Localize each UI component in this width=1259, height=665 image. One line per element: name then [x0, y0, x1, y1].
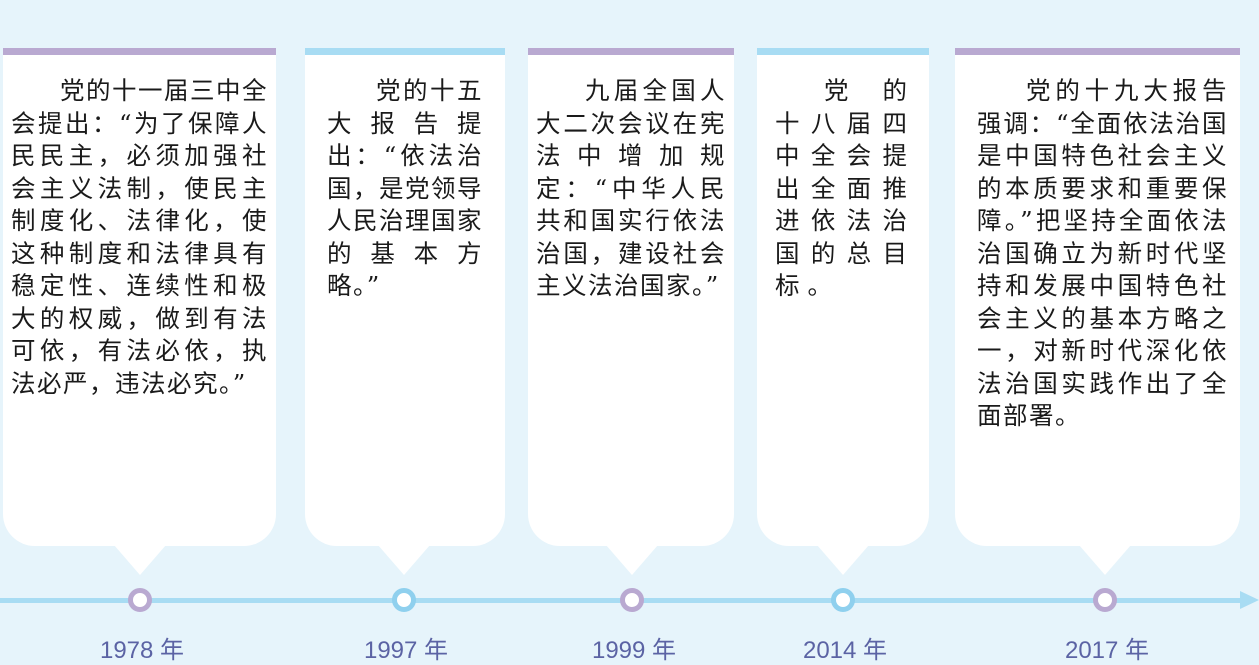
card-accent-bar — [955, 48, 1240, 55]
card-accent-bar — [3, 48, 276, 55]
timeline-node-1997 — [392, 588, 416, 612]
year-label-1999: 1999 年 — [591, 637, 677, 664]
timeline-arrow-icon — [1240, 591, 1259, 609]
card-accent-bar — [528, 48, 734, 55]
card-accent-bar — [757, 48, 929, 55]
year-label-1997: 1997 年 — [363, 637, 449, 664]
card-text: 党的十五大报告提出：“依法治国，是党领导人民治理国家的基本方略。” — [327, 76, 483, 300]
timeline-node-1999 — [620, 588, 644, 612]
card-pointer — [606, 545, 658, 575]
card-pointer — [114, 545, 166, 575]
card-text: 党的十八届四中全会提出全面推进依法治国的总目标。 — [775, 76, 915, 300]
card-accent-bar — [305, 48, 505, 55]
year-label-1978: 1978 年 — [99, 637, 185, 664]
timeline-node-2014 — [831, 588, 855, 612]
timeline-card-2017: 党的十九大报告强调：“全面依法治国是中国特色社会主义的本质要求和重要保障。”把坚… — [955, 48, 1240, 546]
card-text: 九届全国人大二次会议在宪法中增加规定：“中华人民共和国实行依法治国，建设社会主义… — [536, 76, 726, 300]
timeline-card-1997: 党的十五大报告提出：“依法治国，是党领导人民治理国家的基本方略。” — [305, 48, 505, 546]
timeline-card-1999: 九届全国人大二次会议在宪法中增加规定：“中华人民共和国实行依法治国，建设社会主义… — [528, 48, 734, 546]
card-text: 党的十一届三中全会提出：“为了保障人民民主，必须加强社会主义法制，使民主制度化、… — [11, 76, 268, 398]
timeline-node-2017 — [1093, 588, 1117, 612]
timeline-card-1978: 党的十一届三中全会提出：“为了保障人民民主，必须加强社会主义法制，使民主制度化、… — [3, 48, 276, 546]
year-label-2017: 2017 年 — [1064, 637, 1150, 664]
card-pointer — [817, 545, 869, 575]
card-text: 党的十九大报告强调：“全面依法治国是中国特色社会主义的本质要求和重要保障。”把坚… — [977, 76, 1228, 430]
card-pointer — [378, 545, 430, 575]
year-label-2014: 2014 年 — [802, 637, 888, 664]
timeline-node-1978 — [128, 588, 152, 612]
card-pointer — [1079, 545, 1131, 575]
timeline-card-2014: 党的十八届四中全会提出全面推进依法治国的总目标。 — [757, 48, 929, 546]
